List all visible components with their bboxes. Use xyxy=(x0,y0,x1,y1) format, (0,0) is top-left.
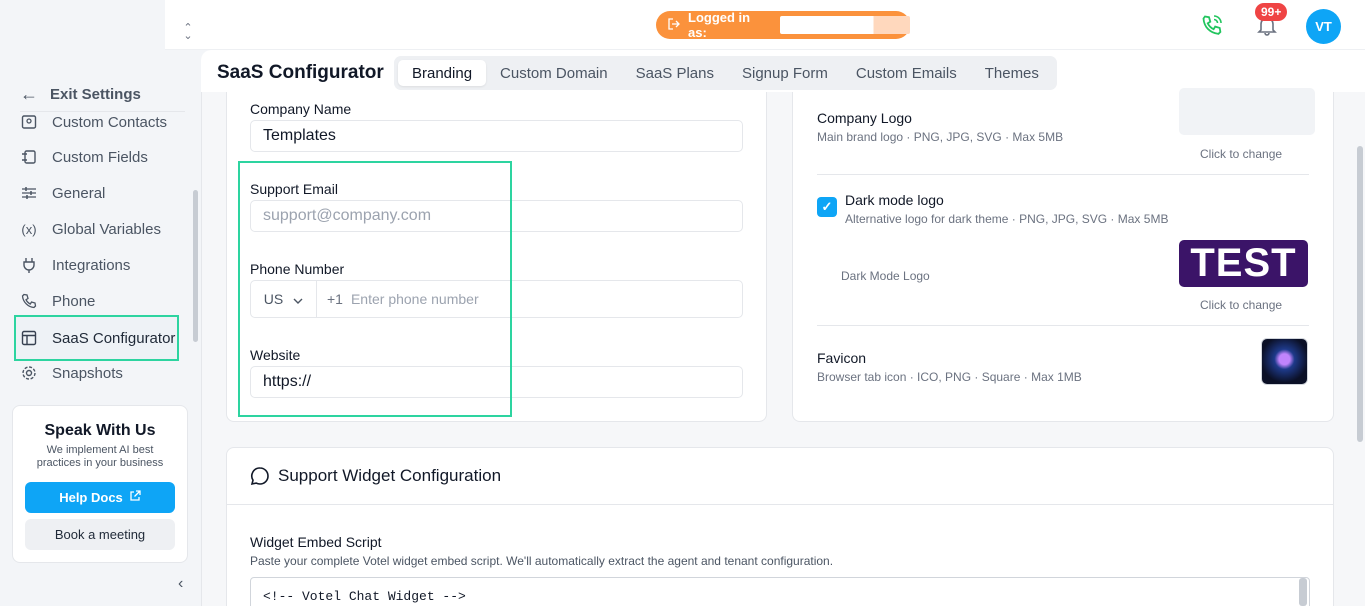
phone-icon xyxy=(20,292,38,310)
divider xyxy=(226,504,1334,505)
promo-text: We implement AI best practices in your b… xyxy=(36,444,164,469)
sidebar-item-custom-contacts[interactable]: Custom Contacts xyxy=(14,112,179,138)
dark-logo-change[interactable]: Click to change xyxy=(1200,298,1282,312)
logged-in-banner[interactable]: Logged in as: xyxy=(656,10,910,40)
arrow-left-icon: ← xyxy=(20,84,38,104)
help-docs-label: Help Docs xyxy=(59,490,123,505)
tab-branding[interactable]: Branding xyxy=(398,60,487,86)
exit-settings-button[interactable]: ← Exit Settings xyxy=(20,80,185,112)
promo-title: Speak With Us xyxy=(44,422,156,439)
sidebar-item-phone[interactable]: Phone xyxy=(14,285,179,317)
redacted-username xyxy=(780,16,910,34)
company-logo-upload[interactable] xyxy=(1179,88,1315,135)
sidebar-nav: Custom Contacts Custom Fields General (x… xyxy=(14,112,194,392)
divider xyxy=(817,174,1309,175)
main-scrollbar[interactable] xyxy=(1357,146,1363,442)
sidebar-item-label: Custom Fields xyxy=(52,148,148,166)
company-name-label: Company Name xyxy=(250,101,352,117)
tab-themes[interactable]: Themes xyxy=(971,60,1053,86)
textarea-scrollbar[interactable] xyxy=(1299,578,1307,606)
favicon-title: Favicon xyxy=(817,350,867,366)
logout-icon xyxy=(668,17,680,33)
dark-mode-logo-image[interactable]: TEST xyxy=(1179,240,1308,287)
widget-title: Support Widget Configuration xyxy=(278,466,502,485)
book-meeting-button[interactable]: Book a meeting xyxy=(25,519,175,550)
phone-call-icon[interactable] xyxy=(1201,14,1223,36)
divider xyxy=(817,325,1309,326)
company-name-input[interactable]: Templates xyxy=(250,120,743,152)
sidebar-item-snapshots[interactable]: Snapshots xyxy=(14,357,179,389)
contact-card-icon xyxy=(20,113,38,131)
layout-icon xyxy=(20,329,38,347)
company-logo-subtitle: Main brand logo · PNG, JPG, SVG · Max 5M… xyxy=(817,130,1064,144)
variable-icon: (x) xyxy=(21,221,37,237)
company-logo-title: Company Logo xyxy=(817,110,912,126)
plug-icon xyxy=(20,256,38,274)
sidebar-item-label: Phone xyxy=(52,292,96,310)
fields-icon xyxy=(20,148,38,166)
favicon-subtitle: Browser tab icon · ICO, PNG · Square · M… xyxy=(817,370,1082,384)
avatar[interactable]: VT xyxy=(1306,9,1341,44)
dark-mode-checkbox[interactable]: ✓ xyxy=(817,197,837,217)
sidebar-item-global-variables[interactable]: (x) Global Variables xyxy=(14,213,179,245)
dark-logo-text: TEST xyxy=(1190,241,1297,285)
logged-in-label: Logged in as: xyxy=(688,10,751,40)
speak-with-us-card: Speak With Us We implement AI best pract… xyxy=(12,405,188,563)
dark-mode-preview-label: Dark Mode Logo xyxy=(841,269,930,283)
tab-signup-form[interactable]: Signup Form xyxy=(728,60,842,86)
tab-custom-emails[interactable]: Custom Emails xyxy=(842,60,971,86)
sidebar-item-general[interactable]: General xyxy=(14,177,179,209)
sidebar-item-label: General xyxy=(52,184,106,202)
sidebar-item-label: Integrations xyxy=(52,256,131,274)
sidebar-item-custom-fields[interactable]: Custom Fields xyxy=(14,141,179,173)
dark-mode-title: Dark mode logo xyxy=(845,192,944,208)
sidebar-item-label: Snapshots xyxy=(52,364,123,382)
tab-saas-plans[interactable]: SaaS Plans xyxy=(622,60,728,86)
sidebar-item-saas-configurator[interactable]: SaaS Configurator xyxy=(14,315,179,361)
sidebar-item-label: SaaS Configurator xyxy=(52,329,176,347)
exit-settings-label: Exit Settings xyxy=(50,86,141,103)
book-meeting-label: Book a meeting xyxy=(54,527,146,542)
embed-script-textarea[interactable]: <!-- Votel Chat Widget --> xyxy=(250,577,1310,606)
tab-bar: Branding Custom Domain SaaS Plans Signup… xyxy=(394,56,1057,90)
sliders-icon xyxy=(20,184,38,202)
sidebar-item-label: Custom Contacts xyxy=(52,113,168,131)
gear-icon xyxy=(20,364,38,382)
highlight-box xyxy=(238,161,512,417)
tab-custom-domain[interactable]: Custom Domain xyxy=(486,60,622,86)
notification-badge: 99+ xyxy=(1255,3,1288,21)
embed-script-label: Widget Embed Script xyxy=(250,534,382,550)
help-docs-button[interactable]: Help Docs xyxy=(25,482,175,513)
collapse-sidebar-icon[interactable]: ‹ xyxy=(178,575,183,593)
chat-bubble-icon xyxy=(250,466,270,486)
sidebar-item-integrations[interactable]: Integrations xyxy=(14,249,179,281)
page-title: SaaS Configurator xyxy=(217,62,384,83)
sidebar-item-label: Global Variables xyxy=(52,220,161,238)
chevron-up-down-icon[interactable]: ⌃ ⌄ xyxy=(181,23,195,42)
sidebar: ← Exit Settings Custom Contacts Custom F… xyxy=(0,0,200,606)
company-logo-change[interactable]: Click to change xyxy=(1200,147,1282,161)
external-link-icon xyxy=(129,490,141,505)
dark-mode-subtitle: Alternative logo for dark theme · PNG, J… xyxy=(845,212,1169,226)
sidebar-scrollbar[interactable] xyxy=(193,190,198,342)
favicon-image[interactable] xyxy=(1261,338,1308,385)
embed-script-help: Paste your complete Votel widget embed s… xyxy=(250,554,834,568)
